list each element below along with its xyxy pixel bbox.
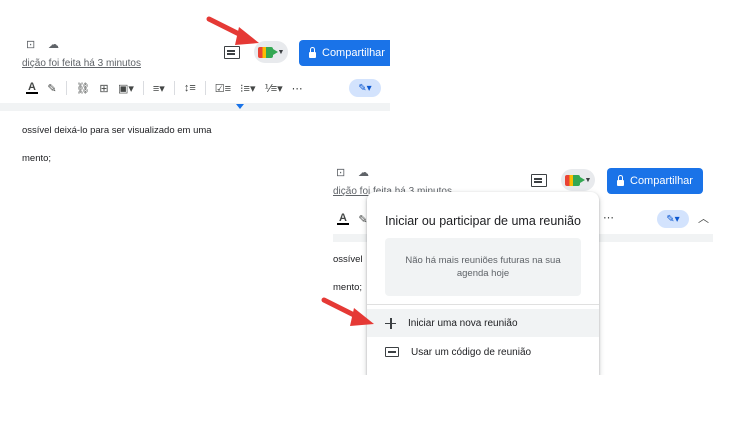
popover-divider — [367, 304, 599, 305]
popover-title: Iniciar ou participar de uma reunião — [385, 214, 581, 228]
doc-text-line: ossível — [333, 254, 363, 265]
move-to-folder-icon[interactable]: ⊡ — [336, 166, 345, 179]
pencil-icon: ✎▾ — [666, 213, 680, 225]
highlight-color-icon[interactable]: ✎ — [47, 82, 57, 95]
insert-link-icon[interactable]: ⛓ — [76, 82, 90, 95]
toolbar-divider — [173, 81, 175, 95]
align-icon[interactable]: ≡▾ — [153, 82, 165, 95]
line-spacing-icon[interactable]: ↕≡ — [184, 82, 196, 94]
start-new-meeting-item[interactable]: Iniciar uma nova reunião — [367, 309, 599, 337]
indent-marker[interactable] — [236, 104, 244, 109]
editing-mode-button[interactable]: ✎▾ — [349, 79, 381, 97]
more-options-icon[interactable]: ⋯ — [603, 211, 614, 224]
doc-text-line: ossível deixá-lo para ser visualizado em… — [22, 125, 212, 136]
docs-screenshot-top: ⊡ ☁ dição foi feita há 3 minutos ▼ Compa… — [0, 32, 390, 172]
share-button-label: Compartilhar — [630, 175, 693, 187]
menu-item-label: Usar um código de reunião — [411, 346, 532, 358]
format-toolbar: A ✎ ⛓ ⊞ ▣▾ ≡▾ ↕≡ ☑≡ ⁝≡▾ ⅟≡▾ ⋯ — [26, 77, 303, 99]
use-meeting-code-item[interactable]: Usar um código de reunião — [367, 338, 599, 366]
editing-mode-button[interactable]: ✎▾ — [657, 210, 689, 228]
chevron-down-icon: ▼ — [584, 176, 592, 184]
text-color-button[interactable]: A — [26, 82, 38, 94]
move-to-folder-icon[interactable]: ⊡ — [26, 38, 35, 51]
pencil-icon: ✎▾ — [358, 82, 372, 94]
meet-button[interactable]: ▼ — [254, 41, 288, 63]
chevron-up-icon[interactable]: ︿ — [698, 210, 709, 226]
toolbar-divider — [204, 81, 206, 95]
share-button[interactable]: Compartilhar — [607, 168, 703, 194]
toolbar-divider — [142, 81, 144, 95]
cloud-saved-icon: ☁ — [358, 167, 369, 179]
plus-icon — [385, 317, 396, 329]
meet-button[interactable]: ▼ — [561, 169, 595, 191]
no-meetings-message: Não há mais reuniões futuras na sua agen… — [385, 238, 581, 296]
last-edit-link[interactable]: dição foi feita há 3 minutos — [22, 58, 141, 69]
doc-text-line: mento; — [22, 153, 52, 164]
chevron-down-icon: ▼ — [277, 48, 285, 56]
ruler — [0, 103, 390, 111]
menu-item-label: Iniciar uma nova reunião — [408, 317, 518, 329]
lock-icon — [309, 46, 316, 58]
bulleted-list-icon[interactable]: ⁝≡▾ — [240, 82, 255, 95]
numbered-list-icon[interactable]: ⅟≡▾ — [264, 82, 282, 95]
meet-icon — [257, 46, 278, 58]
comments-icon[interactable] — [224, 46, 240, 59]
insert-image-icon[interactable]: ▣▾ — [118, 82, 134, 95]
meet-popover: Iniciar ou participar de uma reunião Não… — [367, 192, 599, 375]
meet-icon — [564, 174, 585, 186]
checklist-icon[interactable]: ☑≡ — [215, 82, 231, 95]
format-toolbar: A ✎ — [337, 208, 368, 230]
add-comment-icon[interactable]: ⊞ — [99, 82, 109, 95]
toolbar-divider — [66, 81, 67, 95]
text-color-button[interactable]: A — [337, 213, 349, 225]
share-button-label: Compartilhar — [322, 47, 385, 59]
comments-icon[interactable] — [531, 174, 547, 187]
docs-screenshot-bottom: ⊡ ☁ dição foi feita há 3 minutos ▼ Compa… — [333, 160, 713, 375]
lock-icon — [617, 174, 624, 186]
doc-text-line: mento; — [333, 282, 363, 293]
cloud-saved-icon: ☁ — [48, 39, 59, 51]
share-button[interactable]: Compartilhar — [299, 40, 390, 66]
no-meetings-text: Não há mais reuniões futuras na sua agen… — [405, 255, 561, 279]
more-options-icon[interactable]: ⋯ — [292, 82, 303, 95]
keyboard-icon — [385, 347, 399, 357]
